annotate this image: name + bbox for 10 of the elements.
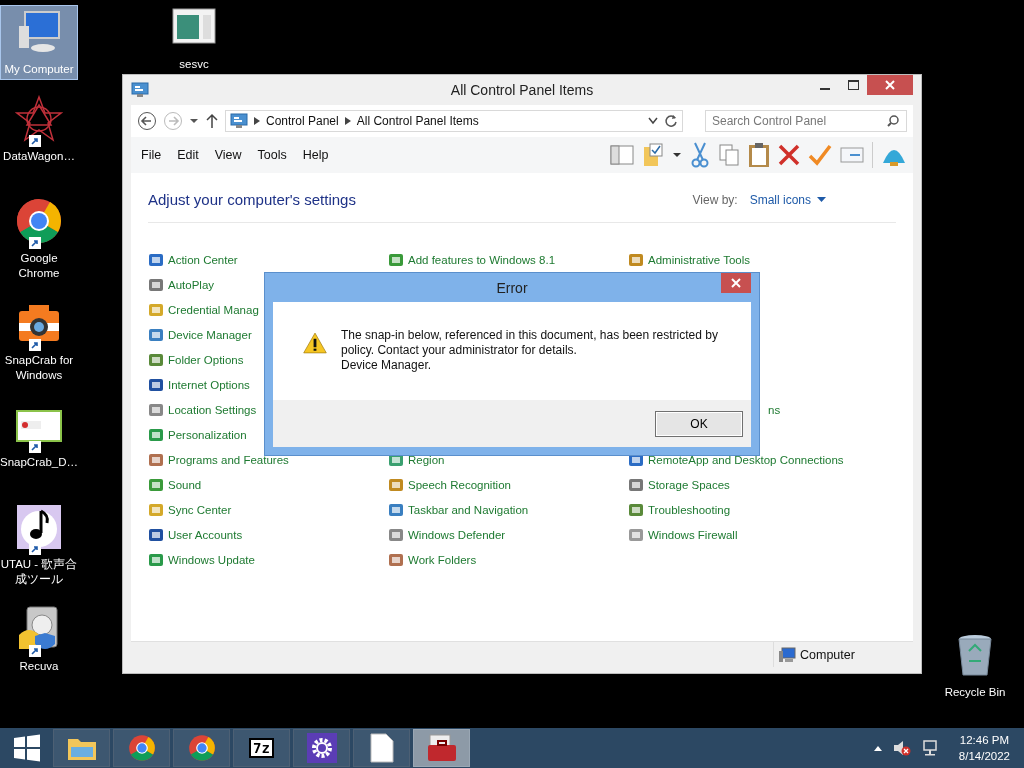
status-location: Computer (800, 647, 855, 662)
dialog-message: Device Manager. (341, 358, 433, 373)
clock-date: 8/14/2022 (958, 749, 1010, 764)
clock-time: 12:46 PM (959, 733, 1010, 748)
page-heading: Adjust your computer's settings (148, 191, 356, 208)
dialog-title: Error (495, 279, 529, 296)
view-by-label: View by: (692, 192, 738, 207)
window-title: All Control Panel Items (449, 82, 595, 98)
archive-logo: 7z (249, 738, 274, 758)
dialog-message: The snap-in below, referenced in this document, has been restricted by policy. Contact your administrator for details. (341, 328, 719, 358)
